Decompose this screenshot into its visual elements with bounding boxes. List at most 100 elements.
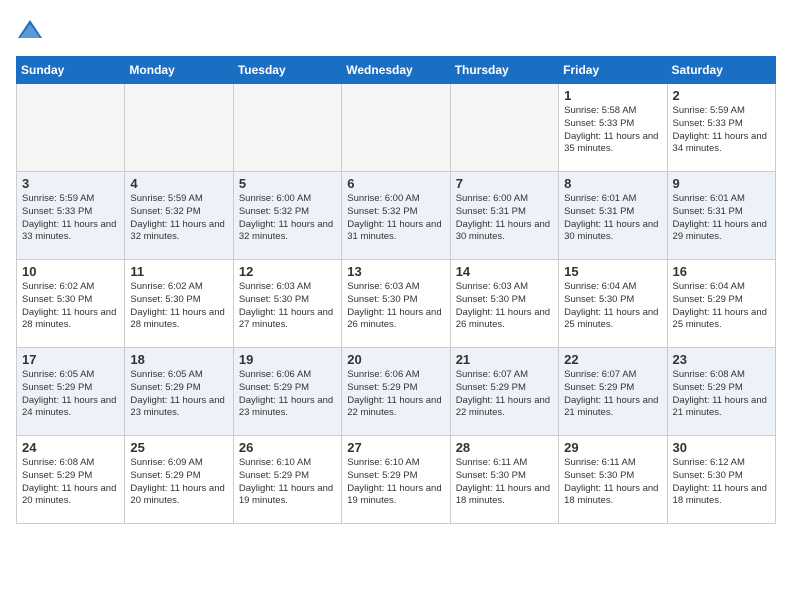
day-info: Sunrise: 6:00 AM Sunset: 5:32 PM Dayligh… bbox=[239, 193, 336, 244]
day-number: 23 bbox=[673, 352, 770, 367]
calendar-week-row: 24 Sunrise: 6:08 AM Sunset: 5:29 PM Dayli… bbox=[17, 436, 776, 524]
day-info: Sunrise: 6:00 AM Sunset: 5:32 PM Dayligh… bbox=[347, 193, 444, 244]
day-info: Sunrise: 6:12 AM Sunset: 5:30 PM Dayligh… bbox=[673, 457, 770, 508]
calendar-day-cell: 19 Sunrise: 6:06 AM Sunset: 5:29 PM Dayli… bbox=[233, 348, 341, 436]
day-info: Sunrise: 6:07 AM Sunset: 5:29 PM Dayligh… bbox=[456, 369, 553, 420]
calendar-day-cell: 20Sunrise: 6:06 AM Sunset: 5:29 PM Dayli… bbox=[342, 348, 450, 436]
page-header bbox=[16, 16, 776, 44]
day-number: 7 bbox=[456, 176, 553, 191]
calendar-week-row: 1 Sunrise: 5:58 AM Sunset: 5:33 PM Daylig… bbox=[17, 84, 776, 172]
calendar-day-cell: 28 Sunrise: 6:11 AM Sunset: 5:30 PM Dayli… bbox=[450, 436, 558, 524]
calendar-day-cell: 2 Sunrise: 5:59 AM Sunset: 5:33 PM Daylig… bbox=[667, 84, 775, 172]
calendar-day-cell: 14Sunrise: 6:03 AM Sunset: 5:30 PM Dayli… bbox=[450, 260, 558, 348]
weekday-header: Friday bbox=[559, 57, 667, 84]
weekday-header: Saturday bbox=[667, 57, 775, 84]
calendar-day-cell bbox=[450, 84, 558, 172]
day-info: Sunrise: 5:59 AM Sunset: 5:33 PM Dayligh… bbox=[673, 105, 770, 156]
day-number: 13 bbox=[347, 264, 444, 279]
calendar-day-cell: 26 Sunrise: 6:10 AM Sunset: 5:29 PM Dayli… bbox=[233, 436, 341, 524]
day-info: Sunrise: 5:59 AM Sunset: 5:33 PM Dayligh… bbox=[22, 193, 119, 244]
day-info: Sunrise: 6:04 AM Sunset: 5:29 PM Dayligh… bbox=[673, 281, 770, 332]
calendar-day-cell: 4Sunrise: 5:59 AM Sunset: 5:32 PM Daylig… bbox=[125, 172, 233, 260]
weekday-header: Tuesday bbox=[233, 57, 341, 84]
day-number: 9 bbox=[673, 176, 770, 191]
day-number: 30 bbox=[673, 440, 770, 455]
day-number: 5 bbox=[239, 176, 336, 191]
day-number: 26 bbox=[239, 440, 336, 455]
day-info: Sunrise: 6:08 AM Sunset: 5:29 PM Dayligh… bbox=[673, 369, 770, 420]
logo bbox=[16, 16, 48, 44]
calendar-week-row: 3 Sunrise: 5:59 AM Sunset: 5:33 PM Daylig… bbox=[17, 172, 776, 260]
day-info: Sunrise: 6:04 AM Sunset: 5:30 PM Dayligh… bbox=[564, 281, 661, 332]
calendar-day-cell: 15 Sunrise: 6:04 AM Sunset: 5:30 PM Dayli… bbox=[559, 260, 667, 348]
day-number: 12 bbox=[239, 264, 336, 279]
day-info: Sunrise: 5:58 AM Sunset: 5:33 PM Dayligh… bbox=[564, 105, 661, 156]
day-info: Sunrise: 6:02 AM Sunset: 5:30 PM Dayligh… bbox=[22, 281, 119, 332]
day-info: Sunrise: 5:59 AM Sunset: 5:32 PM Dayligh… bbox=[130, 193, 227, 244]
day-number: 3 bbox=[22, 176, 119, 191]
calendar-day-cell bbox=[342, 84, 450, 172]
calendar-day-cell: 1 Sunrise: 5:58 AM Sunset: 5:33 PM Daylig… bbox=[559, 84, 667, 172]
day-number: 2 bbox=[673, 88, 770, 103]
day-number: 8 bbox=[564, 176, 661, 191]
day-number: 22 bbox=[564, 352, 661, 367]
weekday-header: Monday bbox=[125, 57, 233, 84]
calendar-day-cell: 21 Sunrise: 6:07 AM Sunset: 5:29 PM Dayli… bbox=[450, 348, 558, 436]
day-number: 27 bbox=[347, 440, 444, 455]
calendar-day-cell: 22Sunrise: 6:07 AM Sunset: 5:29 PM Dayli… bbox=[559, 348, 667, 436]
day-info: Sunrise: 6:01 AM Sunset: 5:31 PM Dayligh… bbox=[564, 193, 661, 244]
day-number: 18 bbox=[130, 352, 227, 367]
logo-icon bbox=[16, 16, 44, 44]
day-number: 15 bbox=[564, 264, 661, 279]
calendar-day-cell bbox=[17, 84, 125, 172]
calendar-day-cell: 24 Sunrise: 6:08 AM Sunset: 5:29 PM Dayli… bbox=[17, 436, 125, 524]
calendar-day-cell: 30 Sunrise: 6:12 AM Sunset: 5:30 PM Dayli… bbox=[667, 436, 775, 524]
day-info: Sunrise: 6:05 AM Sunset: 5:29 PM Dayligh… bbox=[22, 369, 119, 420]
day-number: 10 bbox=[22, 264, 119, 279]
day-number: 16 bbox=[673, 264, 770, 279]
day-number: 29 bbox=[564, 440, 661, 455]
weekday-header: Thursday bbox=[450, 57, 558, 84]
day-number: 28 bbox=[456, 440, 553, 455]
day-info: Sunrise: 6:03 AM Sunset: 5:30 PM Dayligh… bbox=[347, 281, 444, 332]
day-info: Sunrise: 6:09 AM Sunset: 5:29 PM Dayligh… bbox=[130, 457, 227, 508]
day-number: 6 bbox=[347, 176, 444, 191]
calendar-day-cell: 17Sunrise: 6:05 AM Sunset: 5:29 PM Dayli… bbox=[17, 348, 125, 436]
day-number: 24 bbox=[22, 440, 119, 455]
day-info: Sunrise: 6:11 AM Sunset: 5:30 PM Dayligh… bbox=[456, 457, 553, 508]
day-info: Sunrise: 6:08 AM Sunset: 5:29 PM Dayligh… bbox=[22, 457, 119, 508]
weekday-header: Sunday bbox=[17, 57, 125, 84]
day-number: 25 bbox=[130, 440, 227, 455]
calendar-day-cell: 25 Sunrise: 6:09 AM Sunset: 5:29 PM Dayli… bbox=[125, 436, 233, 524]
day-number: 1 bbox=[564, 88, 661, 103]
calendar-day-cell: 27 Sunrise: 6:10 AM Sunset: 5:29 PM Dayli… bbox=[342, 436, 450, 524]
day-number: 20 bbox=[347, 352, 444, 367]
day-number: 21 bbox=[456, 352, 553, 367]
day-number: 19 bbox=[239, 352, 336, 367]
day-info: Sunrise: 6:03 AM Sunset: 5:30 PM Dayligh… bbox=[456, 281, 553, 332]
day-info: Sunrise: 6:06 AM Sunset: 5:29 PM Dayligh… bbox=[239, 369, 336, 420]
day-info: Sunrise: 6:02 AM Sunset: 5:30 PM Dayligh… bbox=[130, 281, 227, 332]
calendar-day-cell: 10 Sunrise: 6:02 AM Sunset: 5:30 PM Dayli… bbox=[17, 260, 125, 348]
calendar-day-cell: 3 Sunrise: 5:59 AM Sunset: 5:33 PM Daylig… bbox=[17, 172, 125, 260]
calendar-table: SundayMondayTuesdayWednesdayThursdayFrid… bbox=[16, 56, 776, 524]
day-info: Sunrise: 6:10 AM Sunset: 5:29 PM Dayligh… bbox=[347, 457, 444, 508]
day-info: Sunrise: 6:05 AM Sunset: 5:29 PM Dayligh… bbox=[130, 369, 227, 420]
calendar-day-cell: 11 Sunrise: 6:02 AM Sunset: 5:30 PM Dayli… bbox=[125, 260, 233, 348]
calendar-day-cell: 12Sunrise: 6:03 AM Sunset: 5:30 PM Dayli… bbox=[233, 260, 341, 348]
day-info: Sunrise: 6:00 AM Sunset: 5:31 PM Dayligh… bbox=[456, 193, 553, 244]
calendar-day-cell: 9 Sunrise: 6:01 AM Sunset: 5:31 PM Daylig… bbox=[667, 172, 775, 260]
calendar-day-cell: 6 Sunrise: 6:00 AM Sunset: 5:32 PM Daylig… bbox=[342, 172, 450, 260]
calendar-day-cell: 5 Sunrise: 6:00 AM Sunset: 5:32 PM Daylig… bbox=[233, 172, 341, 260]
calendar-week-row: 17Sunrise: 6:05 AM Sunset: 5:29 PM Dayli… bbox=[17, 348, 776, 436]
calendar-day-cell: 29Sunrise: 6:11 AM Sunset: 5:30 PM Dayli… bbox=[559, 436, 667, 524]
day-number: 11 bbox=[130, 264, 227, 279]
calendar-day-cell: 7 Sunrise: 6:00 AM Sunset: 5:31 PM Daylig… bbox=[450, 172, 558, 260]
calendar-day-cell: 18 Sunrise: 6:05 AM Sunset: 5:29 PM Dayli… bbox=[125, 348, 233, 436]
day-info: Sunrise: 6:10 AM Sunset: 5:29 PM Dayligh… bbox=[239, 457, 336, 508]
calendar-day-cell bbox=[125, 84, 233, 172]
calendar-day-cell: 16 Sunrise: 6:04 AM Sunset: 5:29 PM Dayli… bbox=[667, 260, 775, 348]
weekday-header: Wednesday bbox=[342, 57, 450, 84]
day-info: Sunrise: 6:01 AM Sunset: 5:31 PM Dayligh… bbox=[673, 193, 770, 244]
calendar-header-row: SundayMondayTuesdayWednesdayThursdayFrid… bbox=[17, 57, 776, 84]
